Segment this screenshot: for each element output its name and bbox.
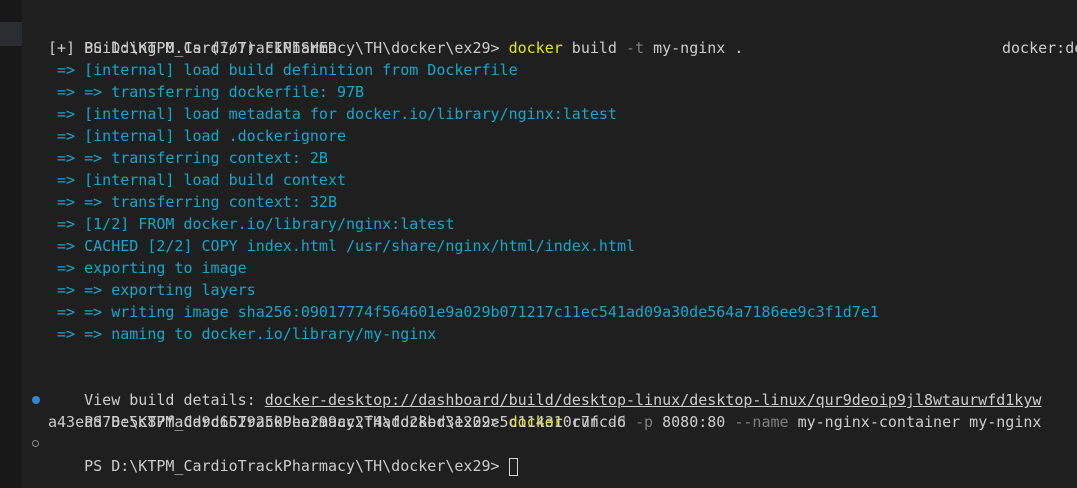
command-flag: --name — [734, 413, 789, 431]
command-line-build: PS D:\KTPM_CardioTrackPharmacy\TH\docker… — [48, 15, 743, 57]
build-step: => => naming to docker.io/library/my-ngi… — [48, 325, 437, 343]
container-id: a43ead78e5c87fadd9c65292509ee299ac2f4afd… — [48, 413, 626, 431]
builder-label: docker:de — [1002, 39, 1077, 57]
build-step: => CACHED [2/2] COPY index.html /usr/sha… — [48, 237, 635, 255]
build-step: => exporting to image — [48, 259, 247, 277]
build-step: => => writing image sha256:09017774f5646… — [48, 303, 879, 321]
build-status: [+] Building 0.1s (7/7) FINISHED — [48, 39, 337, 57]
command-success-icon[interactable] — [32, 396, 40, 404]
command-line-run: PS D:\KTPM_CardioTrackPharmacy\TH\docker… — [48, 389, 1041, 431]
build-step: => => exporting layers — [48, 281, 256, 299]
build-step: => [internal] load .dockerignore — [48, 127, 347, 145]
build-details-line: View build details: docker-desktop://das… — [48, 367, 1041, 409]
command-flag: -t — [625, 39, 645, 57]
cursor-icon — [508, 457, 518, 476]
terminal-gutter — [0, 0, 22, 488]
command-name: docker — [508, 39, 563, 57]
build-step: => [internal] load metadata for docker.i… — [48, 105, 617, 123]
command-idle-icon[interactable] — [32, 440, 39, 447]
terminal-panel[interactable]: PS D:\KTPM_CardioTrackPharmacy\TH\docker… — [0, 0, 1077, 488]
build-step: => => transferring dockerfile: 97B — [48, 83, 365, 101]
build-step: => => transferring context: 2B — [48, 149, 328, 167]
build-step: => [1/2] FROM docker.io/library/nginx:la… — [48, 215, 455, 233]
build-step: => [internal] load build context — [48, 171, 347, 189]
build-step: => => transferring context: 32B — [48, 193, 337, 211]
command-args: 8080:80 — [653, 413, 735, 431]
command-args: my-nginx . — [644, 39, 744, 57]
command-args: build — [562, 39, 626, 57]
command-flag: -p — [635, 413, 654, 431]
gutter-active-highlight — [0, 22, 22, 46]
build-step: => [internal] load build definition from… — [48, 61, 518, 79]
command-line-current[interactable]: PS D:\KTPM_CardioTrackPharmacy\TH\docker… — [48, 433, 518, 476]
command-args: my-nginx-container my-nginx — [788, 413, 1042, 431]
prompt-path: PS D:\KTPM_CardioTrackPharmacy\TH\docker… — [84, 457, 509, 475]
